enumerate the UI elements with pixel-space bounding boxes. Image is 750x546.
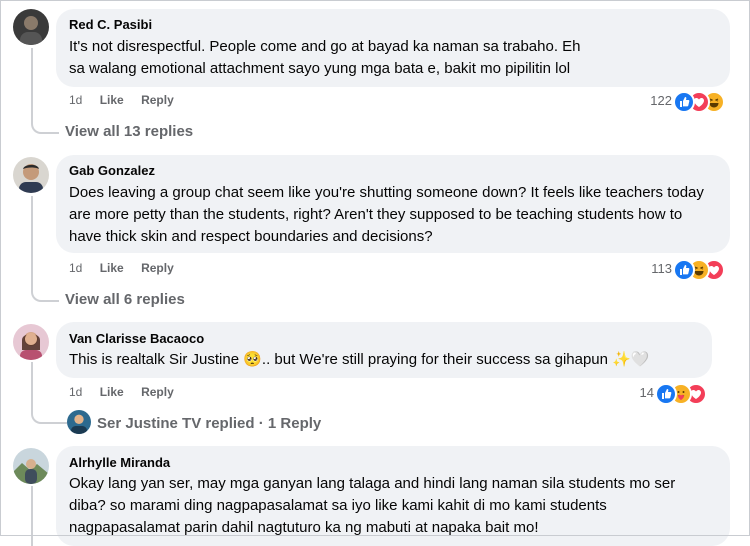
comment-actions: 1d Like Reply xyxy=(69,93,174,107)
view-reply-link[interactable]: Ser Justine TV replied · 1 Reply xyxy=(97,415,321,432)
comment-text: It's not disrespectful. People come and … xyxy=(69,38,581,77)
comment-time[interactable]: 1d xyxy=(69,93,82,107)
comment-text: Okay lang yan ser, may mga ganyan lang t… xyxy=(69,475,676,536)
reaction-count[interactable]: 113 xyxy=(630,261,672,276)
thread-connector xyxy=(31,48,59,134)
like-reaction-icon xyxy=(673,259,695,281)
like-reaction-icon xyxy=(655,383,677,405)
comment-actions: 1d Like Reply xyxy=(69,261,174,275)
view-replies-link[interactable]: View all 6 replies xyxy=(65,291,185,308)
comment-time[interactable]: 1d xyxy=(69,261,82,275)
reaction-count[interactable]: 14 xyxy=(620,385,654,400)
like-button[interactable]: Like xyxy=(100,261,124,275)
comment-author[interactable]: Van Clarisse Bacaoco xyxy=(69,331,204,346)
reply-author-avatar xyxy=(67,410,91,434)
thread-connector xyxy=(31,362,67,424)
reply-button[interactable]: Reply xyxy=(141,93,174,107)
comment-text: Does leaving a group chat seem like you'… xyxy=(69,184,704,245)
avatar[interactable] xyxy=(13,448,49,484)
reply-button[interactable]: Reply xyxy=(141,261,174,275)
like-reaction-icon xyxy=(673,91,695,113)
comment-author[interactable]: Red C. Pasibi xyxy=(69,17,152,32)
like-button[interactable]: Like xyxy=(100,385,124,399)
thread-connector xyxy=(31,196,59,302)
reaction-count[interactable]: 122 xyxy=(630,93,672,108)
comment-actions: 1d Like Reply xyxy=(69,385,174,399)
thread-connector xyxy=(31,486,33,546)
comment-text: This is realtalk Sir Justine 🥺.. but We'… xyxy=(69,351,650,368)
comment-author[interactable]: Gab Gonzalez xyxy=(69,163,155,178)
view-replies-link[interactable]: View all 13 replies xyxy=(65,123,193,140)
avatar[interactable] xyxy=(13,9,49,45)
comment-time[interactable]: 1d xyxy=(69,385,82,399)
reply-button[interactable]: Reply xyxy=(141,385,174,399)
avatar[interactable] xyxy=(13,324,49,360)
avatar[interactable] xyxy=(13,157,49,193)
like-button[interactable]: Like xyxy=(100,93,124,107)
comment-author[interactable]: Alrhylle Miranda xyxy=(69,455,170,470)
